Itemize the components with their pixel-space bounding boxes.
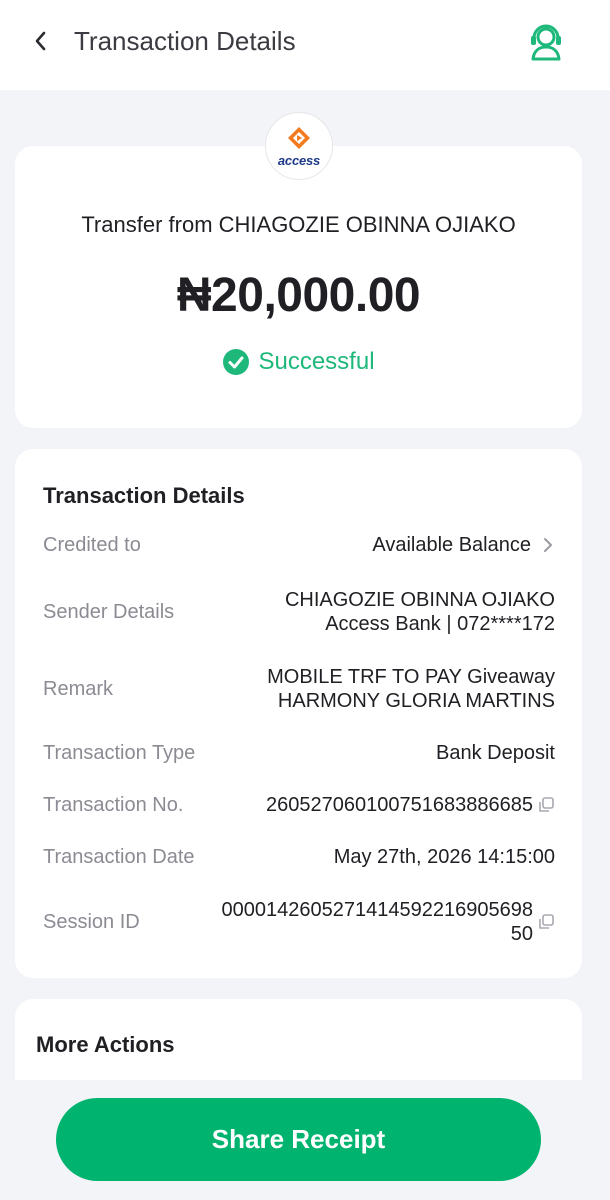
status-text: Successful — [258, 348, 375, 375]
row-label: Remark — [43, 677, 114, 700]
chevron-left-icon — [35, 31, 46, 51]
row-value: Available Balance — [372, 533, 555, 557]
credited-to-row[interactable]: Credited to Available Balance — [43, 533, 555, 557]
credited-to-value: Available Balance — [372, 534, 531, 556]
sender-details-row: Sender Details CHIAGOZIE OBINNA OJIAKO A… — [43, 587, 555, 637]
customer-support-icon — [531, 24, 561, 61]
row-label: Session ID — [43, 910, 140, 933]
page-title: Transaction Details — [74, 26, 296, 56]
row-label: Transaction Date — [43, 845, 195, 868]
remark-line-1: MOBILE TRF TO PAY Giveaway — [267, 666, 555, 688]
copy-icon[interactable] — [537, 913, 555, 931]
back-button[interactable] — [26, 26, 56, 56]
remark-line-2: HARMONY GLORIA MARTINS — [277, 690, 555, 712]
bank-logo: access — [265, 112, 333, 180]
access-bank-logo-icon — [288, 126, 310, 149]
transaction-number-value: 260527060100751683886685 — [266, 794, 533, 816]
bank-logo-text: access — [277, 152, 321, 168]
sender-name: CHIAGOZIE OBINNA OJIAKO — [284, 589, 555, 611]
row-value: CHIAGOZIE OBINNA OJIAKO Access Bank | 07… — [285, 588, 555, 636]
status-badge: Successful — [15, 348, 582, 376]
row-label: Credited to — [43, 533, 141, 556]
transaction-number-row: Transaction No. 260527060100751683886685 — [43, 793, 555, 817]
share-receipt-button[interactable]: Share Receipt — [56, 1098, 541, 1181]
check-circle-icon — [223, 349, 250, 375]
copy-icon[interactable] — [537, 796, 555, 814]
support-button[interactable] — [526, 22, 566, 62]
section-title: Transaction Details — [43, 483, 245, 508]
remark-row: Remark MOBILE TRF TO PAY Giveaway HARMON… — [43, 664, 555, 714]
transaction-type-row: Transaction Type Bank Deposit — [43, 741, 555, 765]
more-actions-title: More Actions — [36, 1032, 175, 1057]
app-header: Transaction Details — [0, 0, 610, 90]
row-label: Transaction No. — [43, 793, 184, 816]
row-value: 0000142605271414592216905698 50 — [222, 898, 555, 946]
transaction-type-value: Bank Deposit — [436, 742, 555, 764]
amount-value: ₦20,000.00 — [176, 269, 421, 322]
row-label: Transaction Type — [43, 741, 196, 764]
session-id-line-1: 0000142605271414592216905698 — [221, 899, 533, 921]
summary-card: Transfer from CHIAGOZIE OBINNA OJIAKO ₦2… — [15, 146, 582, 428]
row-value: MOBILE TRF TO PAY Giveaway HARMONY GLORI… — [267, 665, 555, 713]
chevron-right-icon — [544, 538, 552, 552]
transfer-from-text: Transfer from CHIAGOZIE OBINNA OJIAKO — [81, 212, 516, 237]
session-id-row: Session ID 0000142605271414592216905698 … — [43, 897, 555, 947]
transaction-details-card: Transaction Details Credited to Availabl… — [15, 449, 582, 978]
transaction-date-value: May 27th, 2026 14:15:00 — [333, 846, 555, 868]
session-id-line-2: 50 — [510, 923, 533, 945]
transaction-date-row: Transaction Date May 27th, 2026 14:15:00 — [43, 845, 555, 869]
sender-bank: Access Bank | 072****172 — [325, 613, 555, 635]
row-label: Sender Details — [43, 600, 175, 623]
row-value: 260527060100751683886685 — [266, 793, 555, 817]
